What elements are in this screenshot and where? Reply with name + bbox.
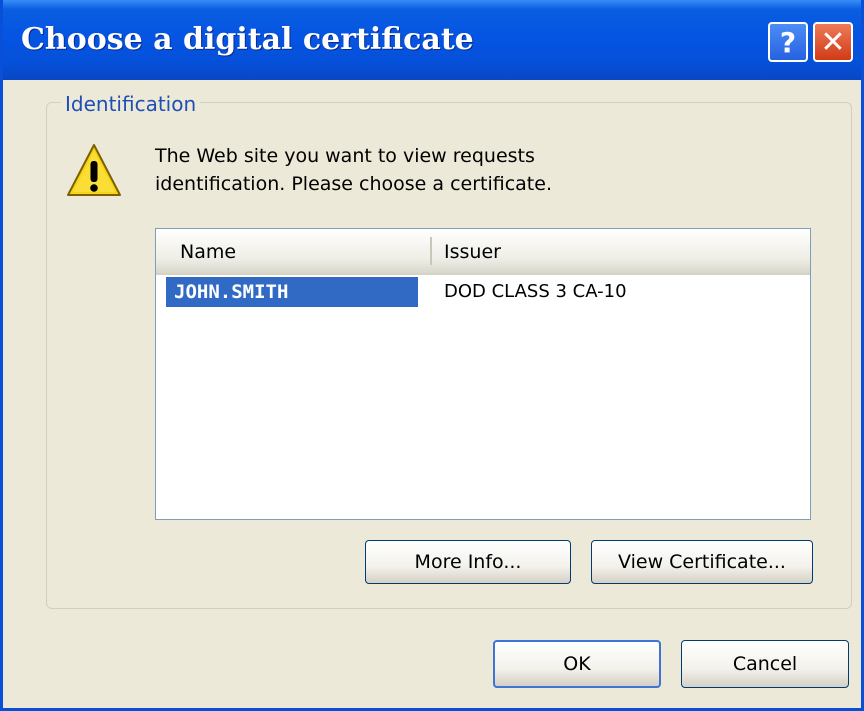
close-button[interactable]: ✕ [813, 22, 853, 62]
help-icon: ? [779, 25, 797, 59]
certificate-list[interactable]: Name Issuer JOHN.SMITH DOD CLASS 3 CA-10 [155, 228, 811, 520]
column-header-name[interactable]: Name [180, 241, 236, 263]
certificate-name-cell[interactable]: JOHN.SMITH [166, 277, 418, 307]
certificate-dialog: Choose a digital certificate ? ✕ Identif… [0, 0, 864, 711]
column-separator[interactable] [430, 237, 432, 265]
window-title: Choose a digital certificate [21, 22, 474, 57]
warning-icon [67, 144, 121, 196]
list-header: Name Issuer [156, 229, 810, 275]
more-info-button[interactable]: More Info... [365, 540, 571, 584]
view-certificate-button[interactable]: View Certificate... [591, 540, 813, 584]
request-message: The Web site you want to view requests i… [155, 142, 675, 198]
ok-button[interactable]: OK [493, 640, 661, 688]
message-line-1: The Web site you want to view requests [155, 145, 535, 167]
title-bar[interactable]: Choose a digital certificate ? ✕ [3, 0, 861, 80]
cancel-button[interactable]: Cancel [681, 640, 849, 688]
close-icon: ✕ [820, 24, 846, 60]
help-button[interactable]: ? [768, 22, 808, 62]
group-legend: Identification [61, 92, 201, 116]
column-header-issuer[interactable]: Issuer [444, 241, 501, 263]
certificate-issuer-cell[interactable]: DOD CLASS 3 CA-10 [444, 277, 627, 307]
certificate-row[interactable]: JOHN.SMITH DOD CLASS 3 CA-10 [156, 277, 810, 307]
message-line-2: identification. Please choose a certific… [155, 173, 552, 195]
